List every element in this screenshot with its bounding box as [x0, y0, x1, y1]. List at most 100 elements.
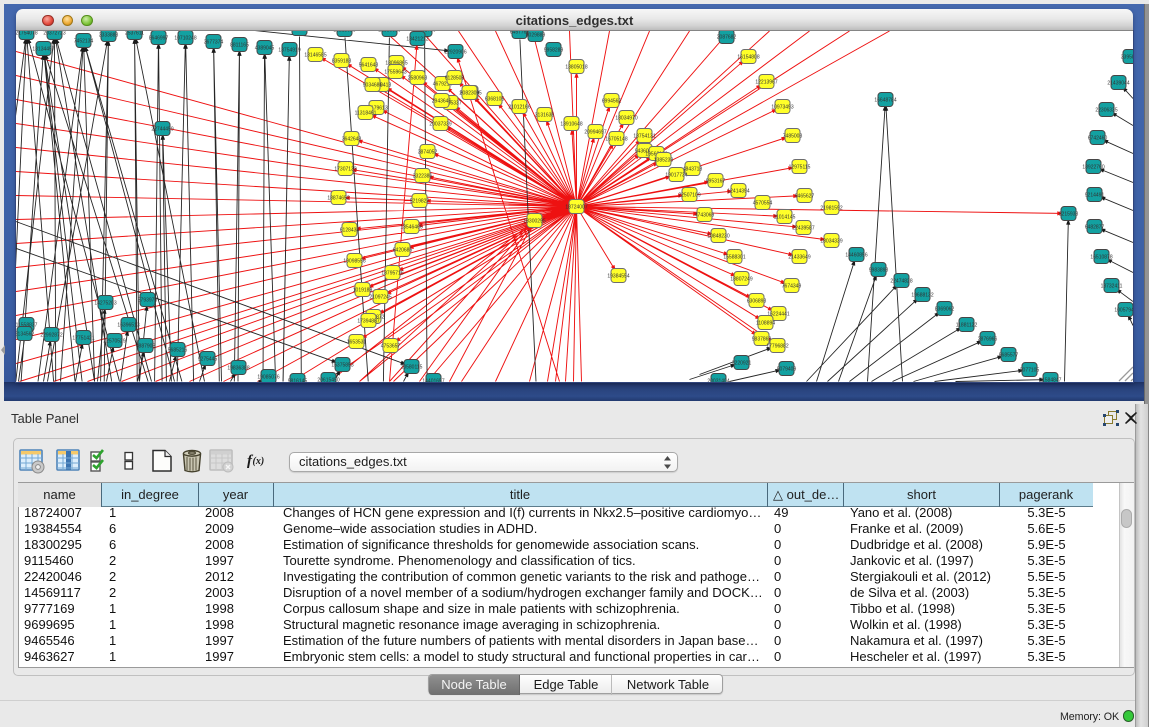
svg-text:18807249: 18807249 — [730, 276, 752, 282]
svg-text:16154808: 16154808 — [737, 54, 759, 60]
svg-text:4570554: 4570554 — [753, 200, 773, 206]
svg-text:6128503: 6128503 — [445, 75, 465, 81]
svg-text:1108894: 1108894 — [756, 320, 775, 326]
svg-text:19688132: 19688132 — [911, 292, 933, 298]
svg-text:19017734: 19017734 — [665, 172, 687, 178]
svg-text:20031404: 20031404 — [707, 378, 729, 382]
svg-text:7674349: 7674349 — [782, 283, 802, 289]
svg-text:10710248: 10710248 — [174, 35, 196, 41]
svg-text:16648784: 16648784 — [874, 97, 896, 103]
svg-text:6306893: 6306893 — [747, 298, 767, 304]
svg-text:8029889: 8029889 — [526, 32, 546, 38]
svg-text:8215933: 8215933 — [1059, 211, 1079, 217]
svg-text:13805018: 13805018 — [565, 64, 587, 70]
svg-text:12213967: 12213967 — [755, 79, 777, 85]
svg-text:19836388: 19836388 — [227, 365, 249, 371]
svg-text:9887903: 9887903 — [136, 343, 156, 349]
svg-text:14275203: 14275203 — [94, 300, 116, 306]
svg-text:(x): (x) — [253, 456, 265, 467]
svg-text:21754078: 21754078 — [16, 31, 38, 36]
svg-text:12414394: 12414394 — [727, 188, 749, 194]
svg-text:9983893: 9983893 — [869, 267, 889, 273]
svg-text:18300295: 18300295 — [523, 218, 545, 224]
svg-text:20372723: 20372723 — [43, 31, 65, 36]
svg-text:17559643: 17559643 — [384, 69, 406, 75]
svg-text:20580115: 20580115 — [401, 364, 423, 370]
svg-text:22570529: 22570529 — [103, 338, 125, 344]
svg-text:21433649: 21433649 — [788, 254, 810, 260]
svg-text:3874052: 3874052 — [418, 149, 438, 155]
svg-text:7485003: 7485003 — [783, 133, 803, 139]
svg-text:2943646: 2943646 — [432, 98, 452, 104]
svg-text:17751421: 17751421 — [72, 335, 94, 341]
svg-text:11014145: 11014145 — [774, 214, 796, 220]
svg-text:6128434: 6128434 — [340, 227, 360, 233]
svg-text:16396513: 16396513 — [117, 322, 139, 328]
svg-text:7452134: 7452134 — [74, 38, 94, 44]
svg-text:17796882: 17796882 — [766, 343, 788, 349]
svg-text:14460856: 14460856 — [845, 252, 867, 258]
svg-text:18795716: 18795716 — [381, 270, 403, 276]
svg-text:1019189: 1019189 — [353, 287, 373, 293]
svg-text:13146585: 13146585 — [304, 52, 326, 58]
svg-text:18874652: 18874652 — [327, 195, 349, 201]
svg-text:2876966: 2876966 — [978, 336, 998, 342]
svg-text:8811165: 8811165 — [230, 42, 249, 48]
svg-text:11584847: 11584847 — [1040, 377, 1062, 382]
svg-text:6368105: 6368105 — [485, 96, 505, 102]
svg-text:12920906: 12920906 — [444, 49, 466, 55]
svg-text:17307133: 17307133 — [334, 166, 356, 172]
svg-text:6742460: 6742460 — [1088, 135, 1108, 141]
svg-text:9816145: 9816145 — [288, 378, 308, 382]
svg-text:22507109: 22507109 — [678, 192, 700, 198]
svg-text:21981592: 21981592 — [820, 205, 842, 211]
svg-text:6482877: 6482877 — [1085, 224, 1105, 230]
svg-text:8685577: 8685577 — [999, 352, 1019, 358]
svg-text:12975115: 12975115 — [789, 164, 811, 170]
svg-text:9958289: 9958289 — [544, 47, 564, 53]
svg-text:22474828: 22474828 — [890, 278, 912, 284]
svg-text:22992872: 22992872 — [40, 332, 62, 338]
svg-text:21439044: 21439044 — [1107, 80, 1129, 86]
svg-text:2077105: 2077105 — [1020, 367, 1040, 373]
svg-text:9275445: 9275445 — [198, 356, 218, 362]
svg-text:9465627: 9465627 — [795, 193, 815, 199]
svg-text:9837869: 9837869 — [752, 336, 772, 342]
svg-text:18754131: 18754131 — [633, 133, 655, 139]
svg-text:8134562: 8134562 — [16, 331, 34, 337]
svg-text:13732411: 13732411 — [1101, 283, 1123, 289]
svg-text:2537611: 2537611 — [125, 31, 144, 36]
svg-text:15588301: 15588301 — [723, 254, 745, 260]
svg-text:4743069: 4743069 — [695, 212, 715, 218]
svg-text:20037339: 20037339 — [429, 121, 451, 127]
svg-text:19098556: 19098556 — [343, 258, 365, 264]
svg-text:3322386: 3322386 — [413, 173, 433, 179]
svg-text:3395870: 3395870 — [1121, 54, 1133, 60]
svg-text:22439587: 22439587 — [792, 225, 814, 231]
svg-text:6420686: 6420686 — [393, 247, 413, 253]
svg-text:16705148: 16705148 — [605, 136, 627, 142]
svg-text:22330030: 22330030 — [378, 31, 400, 33]
svg-text:1385239: 1385239 — [654, 157, 674, 163]
svg-text:21012166: 21012166 — [508, 104, 530, 110]
svg-text:9953167: 9953167 — [706, 178, 726, 184]
svg-text:5219822: 5219822 — [410, 198, 430, 204]
svg-text:16510878: 16510878 — [1090, 254, 1112, 260]
svg-text:3677374: 3677374 — [204, 39, 224, 45]
svg-text:13546466: 13546466 — [400, 224, 422, 230]
svg-text:8079409: 8079409 — [777, 366, 797, 372]
svg-text:18034970: 18034970 — [615, 115, 637, 121]
svg-text:13134457: 13134457 — [32, 46, 54, 52]
svg-text:8646997: 8646997 — [149, 35, 169, 41]
svg-text:4389045: 4389045 — [255, 45, 275, 51]
svg-text:18034339: 18034339 — [820, 238, 842, 244]
svg-text:10848230: 10848230 — [707, 233, 729, 239]
svg-text:9082309: 9082309 — [460, 90, 480, 96]
svg-text:3220921: 3220921 — [732, 360, 752, 366]
svg-text:10973493: 10973493 — [771, 104, 793, 110]
svg-text:1653531: 1653531 — [347, 339, 367, 345]
svg-text:13421212: 13421212 — [406, 36, 428, 42]
svg-text:20615450: 20615450 — [317, 377, 339, 382]
svg-text:11318461: 11318461 — [355, 110, 377, 116]
svg-text:9214491: 9214491 — [1085, 192, 1105, 198]
